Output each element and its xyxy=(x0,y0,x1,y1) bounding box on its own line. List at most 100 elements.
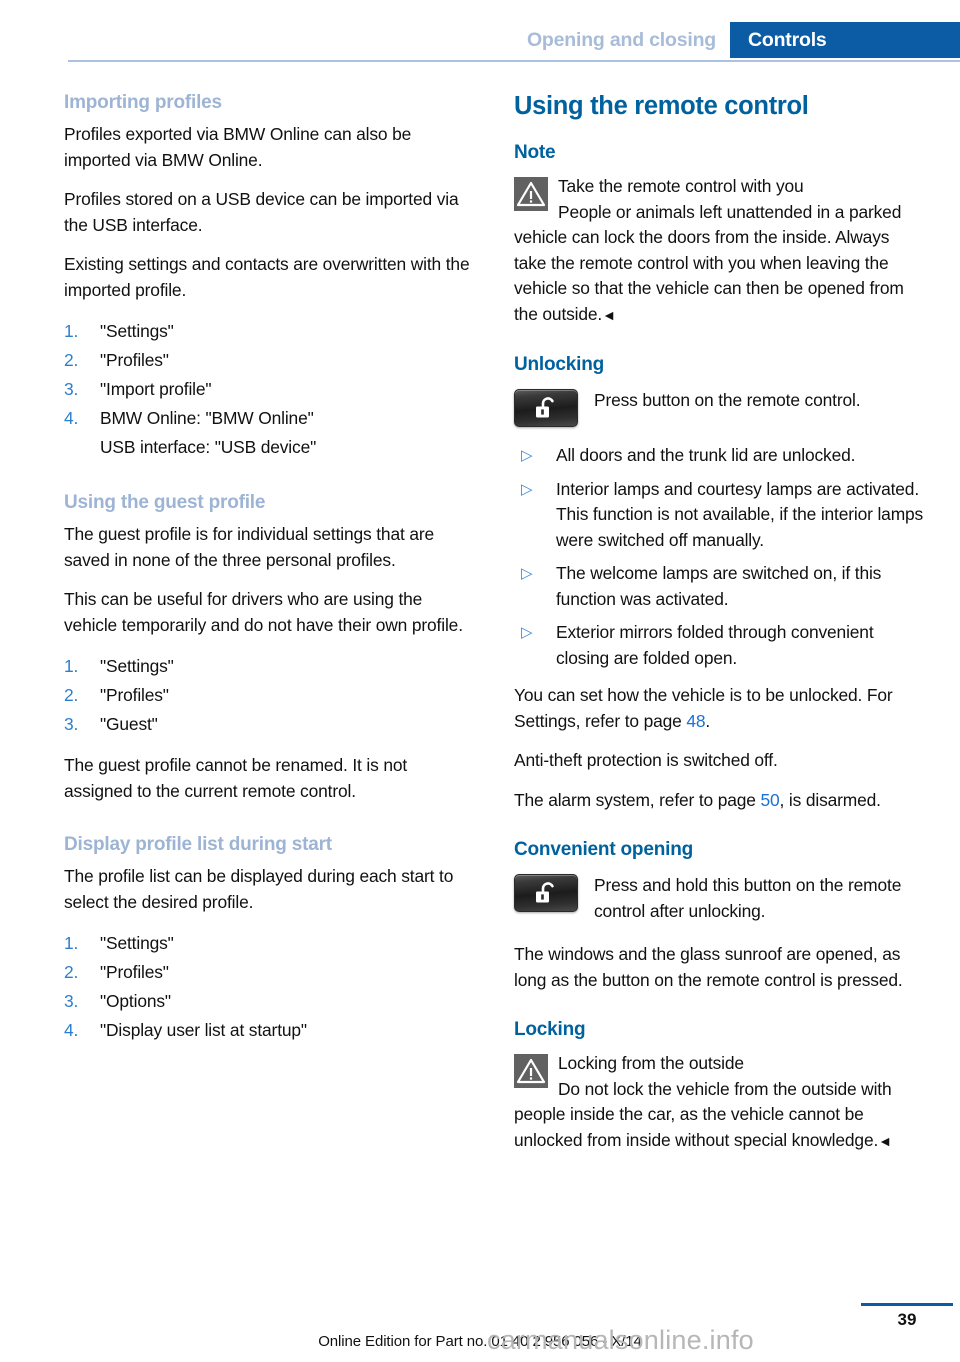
unlock-padlock-button-icon xyxy=(514,389,578,428)
heading-convenient-opening: Convenient opening xyxy=(514,839,694,861)
list-item: 3. "Import profile" xyxy=(64,375,476,404)
steps-display-profile-list: 1. "Settings" 2. "Profiles" 3. "Options"… xyxy=(64,929,476,1045)
warning-note-body: People or animals left unattended in a p… xyxy=(514,200,926,329)
paragraph-guest-closing: The guest profile cannot be renamed. It … xyxy=(64,755,408,801)
triangle-bullet-icon: ▷ xyxy=(521,447,533,465)
tab-controls[interactable]: Controls xyxy=(730,22,960,58)
paragraph-import-overwrite: Existing settings and contacts are overw… xyxy=(64,254,470,300)
list-item: 4. BMW Online: "BMW Online" xyxy=(64,404,476,433)
step-label: "Settings" xyxy=(100,933,174,953)
heading-locking: Locking xyxy=(514,1019,586,1041)
paragraph-alarm: The alarm system, refer to page 50, is d… xyxy=(514,788,926,814)
page-header: Opening and closing Controls xyxy=(0,0,960,62)
list-item: 4. "Display user list at startup" xyxy=(64,1016,476,1045)
heading-display-profile-list: Display profile list during start xyxy=(64,834,332,855)
list-item-text: Exterior mirrors folded through convenie… xyxy=(556,622,874,668)
step-number: 2. xyxy=(64,962,79,982)
step-number: 3. xyxy=(64,991,79,1011)
triangle-bullet-icon: ▷ xyxy=(521,624,533,642)
step-label: "Profiles" xyxy=(100,962,169,982)
paragraph-import-online: Profiles exported via BMW Online can als… xyxy=(64,124,412,170)
step-number: 4. xyxy=(64,1020,79,1040)
page-number: 39 xyxy=(897,1310,917,1329)
step-label: "Settings" xyxy=(100,321,174,341)
footer-edition-note: Online Edition for Part no. 01 40 2 956 … xyxy=(318,1333,642,1350)
list-item: ▷ Interior lamps and courtesy lamps are … xyxy=(514,477,926,554)
step-label: "Profiles" xyxy=(100,350,169,370)
paragraph-unlock-settings-post: . xyxy=(705,710,711,731)
warning-triangle-icon xyxy=(514,1054,548,1089)
list-item-continuation: USB interface: "USB device" xyxy=(64,433,476,462)
step-label: "Import profile" xyxy=(100,379,212,399)
list-item: 2. "Profiles" xyxy=(64,681,476,710)
step-number: 3. xyxy=(64,714,79,734)
list-item: 1. "Settings" xyxy=(64,317,476,346)
paragraph-import-usb: Profiles stored on a USB device can be i… xyxy=(64,189,459,235)
paragraph-guest-useful: This can be useful for drivers who are u… xyxy=(64,589,463,635)
step-label: BMW Online: "BMW Online" xyxy=(100,408,314,428)
tab-opening-and-closing[interactable]: Opening and closing xyxy=(516,22,730,58)
paragraph-alarm-post: , is dis­armed. xyxy=(779,789,881,810)
step-number: 2. xyxy=(64,350,79,370)
warning-locking-body-text: Do not lock the vehicle from the outside… xyxy=(514,1078,892,1150)
step-number: 1. xyxy=(64,933,79,953)
list-item: 2. "Profiles" xyxy=(64,958,476,987)
paragraph-convenient-opening: The windows and the glass sunroof are op… xyxy=(514,944,903,990)
list-item: 1. "Settings" xyxy=(64,929,476,958)
warning-locking-block: Locking from the outside Do not lock the… xyxy=(514,1051,926,1154)
list-item: ▷ Exterior mirrors folded through conven… xyxy=(514,620,926,671)
steps-importing-profiles: 1. "Settings" 2. "Profiles" 3. "Import p… xyxy=(64,317,476,462)
header-tabs: Opening and closing Controls xyxy=(516,22,960,58)
list-item-text: The welcome lamps are switched on, if th… xyxy=(556,563,882,609)
list-item-text: Interior lamps and courtesy lamps are ac… xyxy=(556,478,924,550)
end-of-warning-mark: ◄ xyxy=(602,306,616,323)
paragraph-display-list-intro: The profile list can be displayed during… xyxy=(64,866,454,912)
heading-importing-profiles: Importing profiles xyxy=(64,92,222,113)
paragraph-antitheft: Anti-theft protection is switched off. xyxy=(514,750,778,771)
list-item: ▷ All doors and the trunk lid are unlock… xyxy=(514,443,926,469)
paragraph-guest-intro: The guest profile is for individual sett… xyxy=(64,524,435,570)
step-label: "Profiles" xyxy=(100,685,169,705)
steps-guest-profile: 1. "Settings" 2. "Profiles" 3. "Guest" xyxy=(64,652,476,739)
step-number: 2. xyxy=(64,685,79,705)
list-item: 3. "Guest" xyxy=(64,710,476,739)
warning-triangle-icon xyxy=(514,177,548,212)
step-label: "Guest" xyxy=(100,714,158,734)
heading-using-guest-profile: Using the guest profile xyxy=(64,492,266,513)
step-label: "Settings" xyxy=(100,656,174,676)
right-column: Using the remote control Note Take the r… xyxy=(514,92,926,1168)
step-label: "Display user list at startup" xyxy=(100,1020,307,1040)
warning-note-title: Take the remote control with you xyxy=(558,176,804,197)
list-item: ▷ The welcome lamps are switched on, if … xyxy=(514,561,926,612)
page-reference-link-48[interactable]: 48 xyxy=(686,711,705,731)
unlock-padlock-button-icon xyxy=(514,874,578,913)
step-number: 3. xyxy=(64,379,79,399)
triangle-bullet-icon: ▷ xyxy=(521,565,533,583)
warning-locking-body: Do not lock the vehicle from the outside… xyxy=(514,1077,926,1155)
end-of-warning-mark: ◄ xyxy=(878,1132,892,1149)
heading-unlocking: Unlocking xyxy=(514,354,605,376)
step-label: "Options" xyxy=(100,991,171,1011)
unlocking-outcomes-list: ▷ All doors and the trunk lid are unlock… xyxy=(514,443,926,671)
step-number: 4. xyxy=(64,408,79,428)
list-item-text: All doors and the trunk lid are unlocked… xyxy=(556,445,856,466)
list-item: 2. "Profiles" xyxy=(64,346,476,375)
convenient-opening-button-block: Press and hold this button on the re­mot… xyxy=(514,871,926,924)
step-label: USB interface: "USB device" xyxy=(100,437,317,457)
step-number: 1. xyxy=(64,656,79,676)
step-number: 1. xyxy=(64,321,79,341)
page-reference-link-50[interactable]: 50 xyxy=(761,790,780,810)
warning-locking-title: Locking from the outside xyxy=(558,1053,744,1074)
list-item: 1. "Settings" xyxy=(64,652,476,681)
header-divider xyxy=(68,60,960,62)
warning-note-body-text: People or animals left unattended in a p… xyxy=(514,201,904,324)
heading-note: Note xyxy=(514,142,556,164)
page-title: Using the remote control xyxy=(514,92,809,120)
triangle-bullet-icon: ▷ xyxy=(521,480,533,498)
warning-note-block: Take the remote control with you People … xyxy=(514,174,926,328)
footer-divider xyxy=(861,1303,953,1306)
unlock-button-block: Press button on the remote control. xyxy=(514,386,926,429)
list-item: 3. "Options" xyxy=(64,987,476,1016)
left-column: Importing profiles Profiles exported via… xyxy=(64,92,476,1059)
paragraph-alarm-pre: The alarm system, refer to page xyxy=(514,789,761,810)
